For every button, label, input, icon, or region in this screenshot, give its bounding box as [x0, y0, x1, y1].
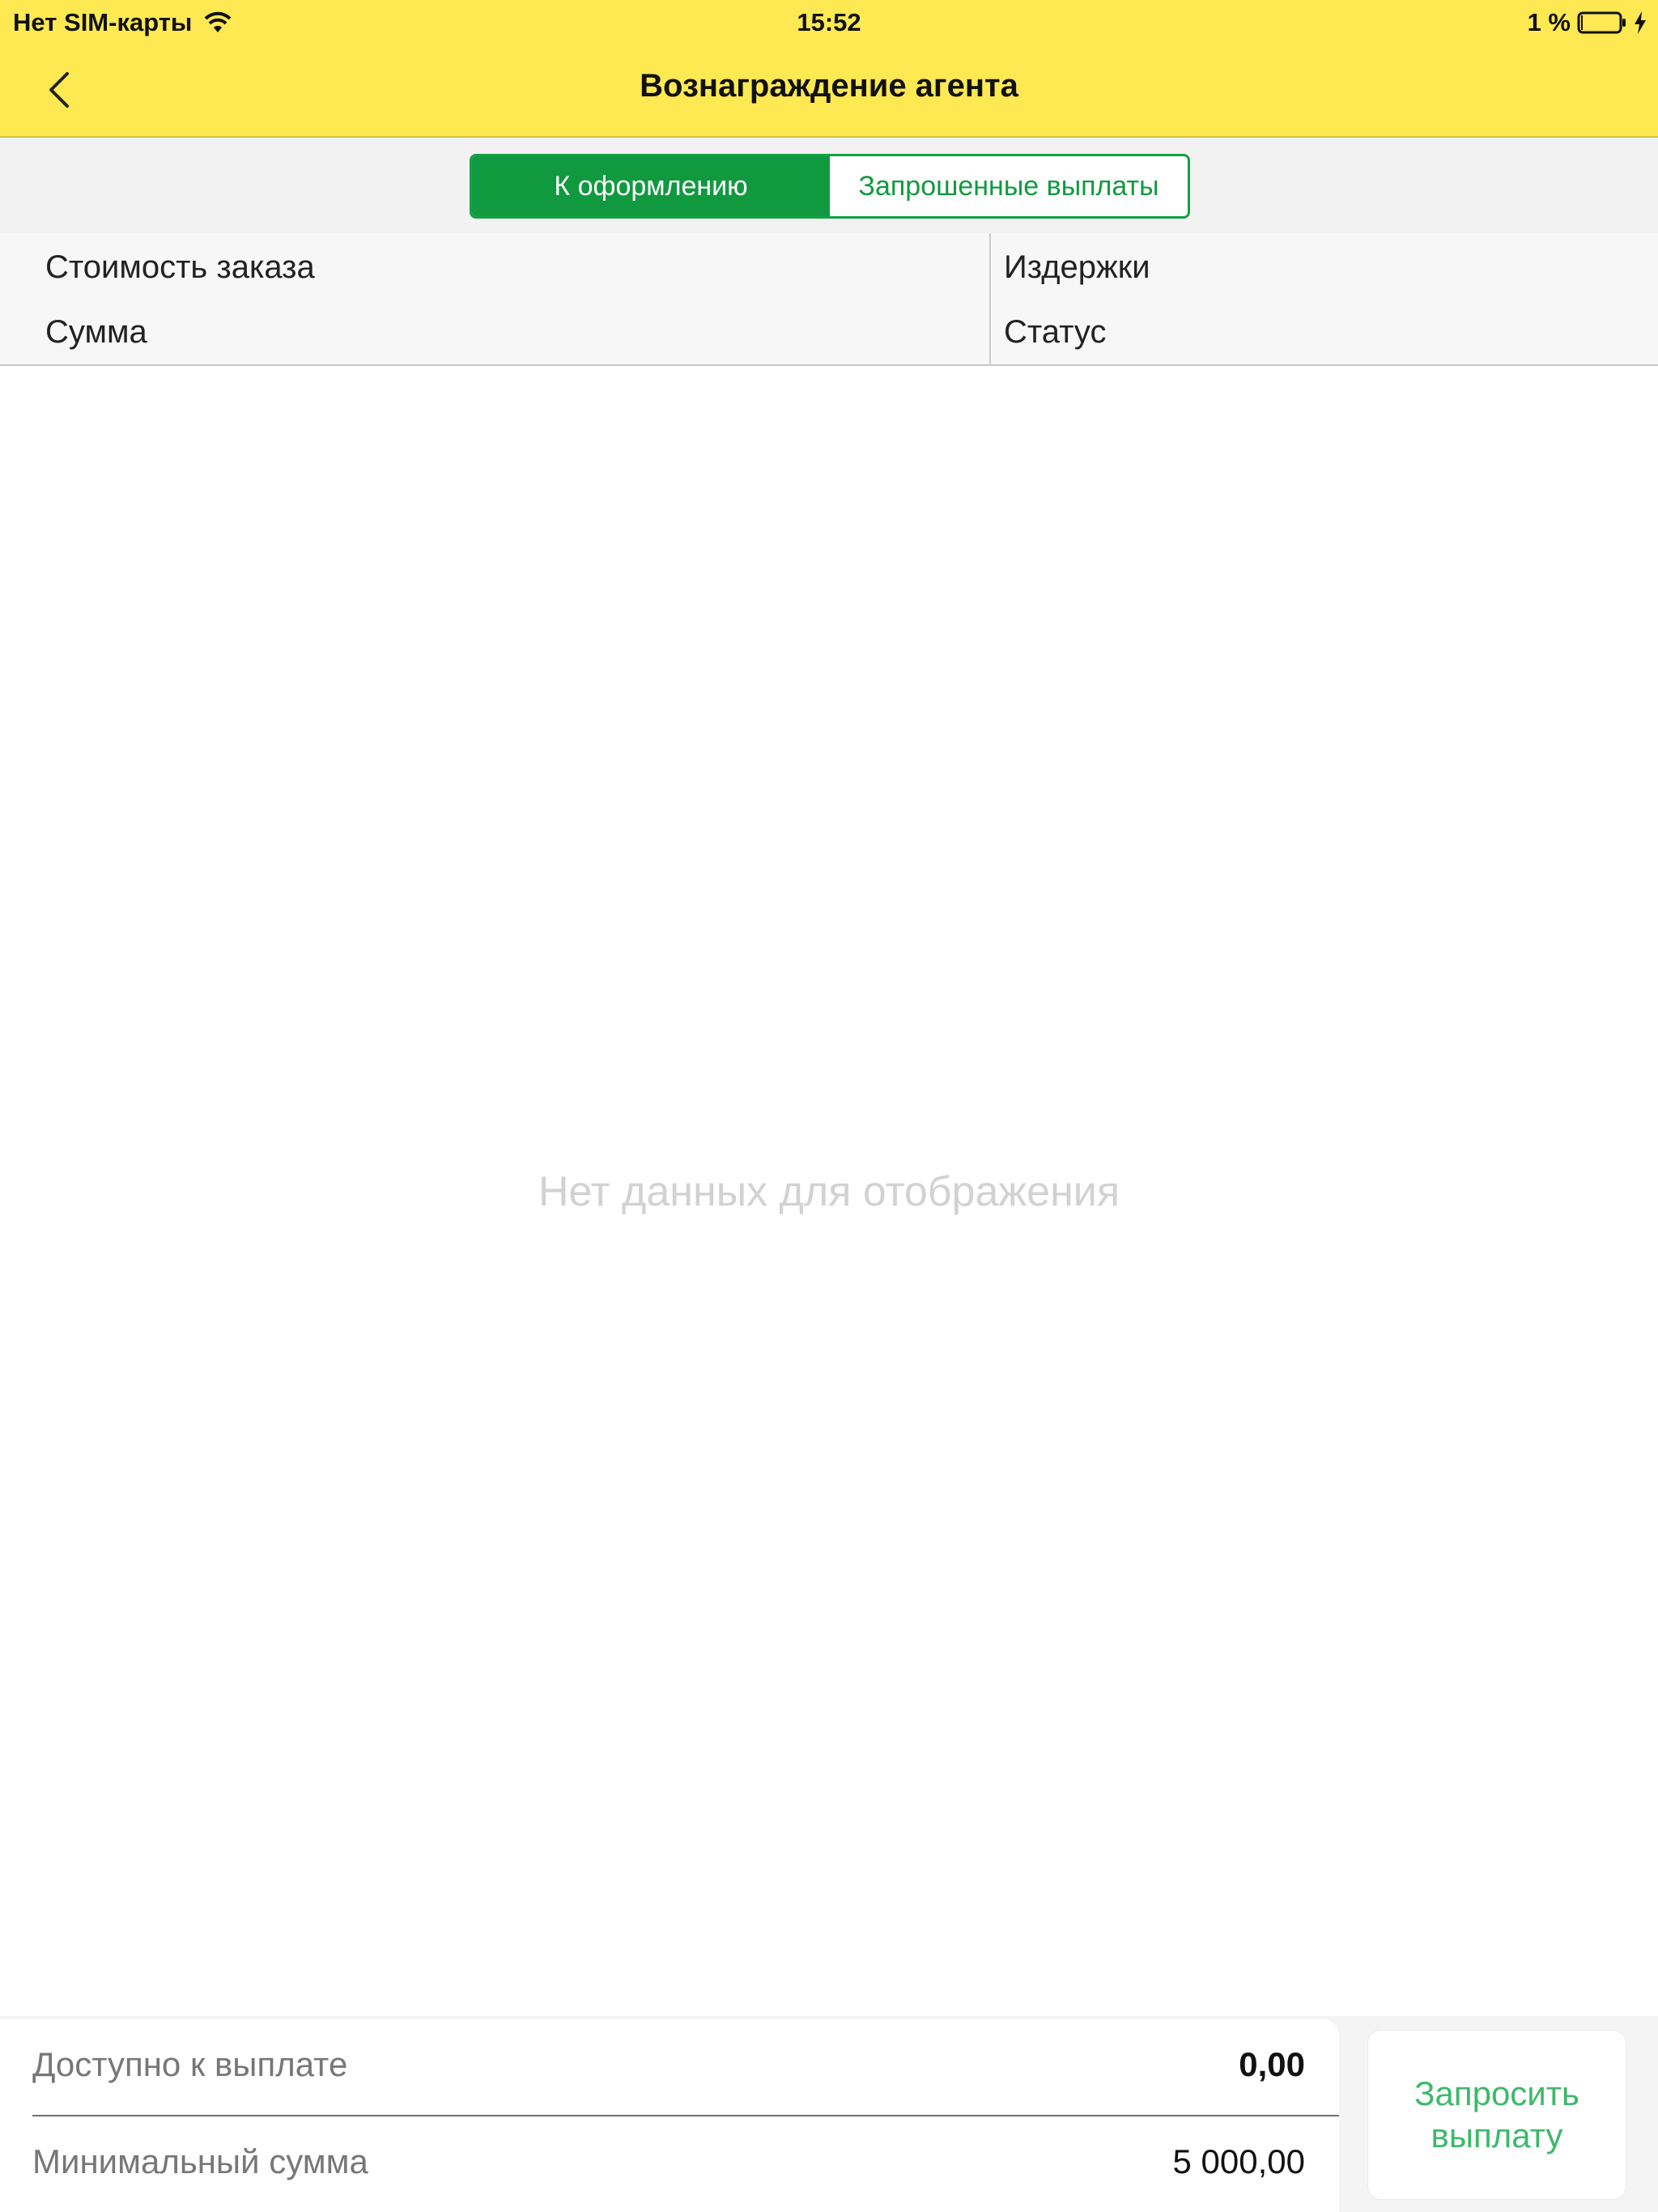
available-label: Доступно к выплате	[32, 2045, 348, 2083]
column-header-order-cost[interactable]: Стоимость заказа	[45, 249, 315, 286]
table-body: Нет данных для отображения	[0, 366, 1658, 2018]
column-divider	[989, 233, 991, 366]
column-header-costs[interactable]: Издержки	[1004, 249, 1150, 286]
tab-requested-payouts[interactable]: Запрошенные выплаты	[830, 156, 1188, 216]
summary-row-available: Доступно к выплате 0,00	[32, 2023, 1339, 2104]
segmented-control: К оформлению Запрошенные выплаты	[470, 154, 1190, 219]
column-header-status[interactable]: Статус	[1004, 314, 1106, 351]
app-screen: Нет SIM-карты 15:52 1 % Вознаграждение а…	[0, 0, 1658, 2212]
status-bar: Нет SIM-карты 15:52 1 %	[0, 0, 1658, 45]
navigation-bar: Вознаграждение агента	[0, 45, 1658, 138]
table-header: Стоимость заказа Сумма Издержки Статус	[0, 233, 1658, 366]
summary-card: Доступно к выплате 0,00 Минимальный сумм…	[0, 2019, 1339, 2212]
summary-row-minimum: Минимальный сумма 5 000,00	[32, 2120, 1339, 2201]
request-payout-button[interactable]: Запросить выплату	[1368, 2031, 1626, 2199]
segment-bar: К оформлению Запрошенные выплаты	[0, 138, 1658, 233]
summary-divider	[32, 2115, 1339, 2116]
charging-bolt-icon	[1634, 11, 1647, 34]
column-header-amount[interactable]: Сумма	[45, 314, 147, 351]
status-time: 15:52	[797, 8, 861, 36]
battery-status: 1 %	[1528, 8, 1647, 37]
page-title: Вознаграждение агента	[640, 68, 1018, 104]
tab-to-process[interactable]: К оформлению	[472, 156, 830, 216]
request-payout-label: Запросить выплату	[1414, 2074, 1579, 2155]
empty-state-text: Нет данных для отображения	[538, 1168, 1120, 1215]
battery-percent: 1 %	[1527, 8, 1571, 36]
minimum-value: 5 000,00	[1172, 2142, 1306, 2180]
available-value: 0,00	[1239, 2045, 1305, 2083]
battery-icon	[1577, 11, 1627, 35]
top-bar: Нет SIM-карты 15:52 1 % Вознаграждение а…	[0, 0, 1658, 138]
minimum-label: Минимальный сумма	[32, 2142, 368, 2180]
